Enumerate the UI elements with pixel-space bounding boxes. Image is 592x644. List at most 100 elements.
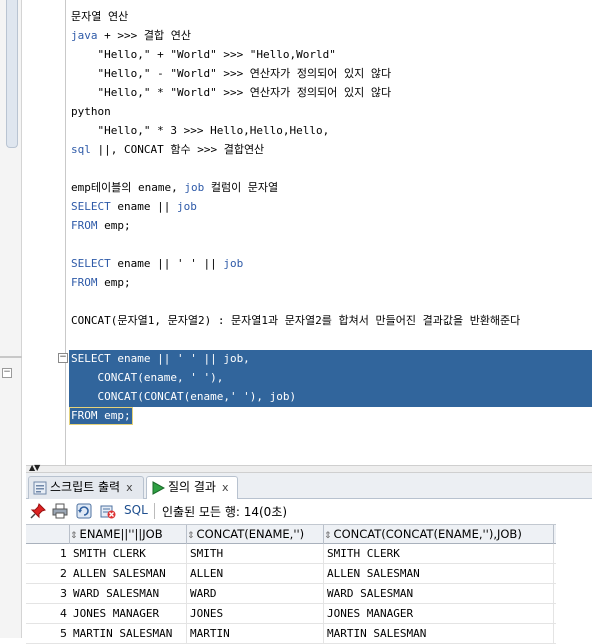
keyword-token: sql [71,143,91,156]
fold-toggle-icon[interactable]: − [58,353,68,363]
table-row[interactable]: 1 SMITH CLERK SMITH SMITH CLERK [26,544,556,564]
tab-query-result-label: 질의 결과 [168,480,216,494]
pin-icon[interactable] [30,503,46,519]
code-token: emp테이블의 ename, [71,181,185,194]
row-number: 3 [60,587,67,600]
table-cell[interactable]: ALLEN [187,564,324,584]
code-token: ename || [110,200,177,213]
code-token: "Hello," - "World" >>> 연산자가 정의되어 있지 않다 [71,67,392,80]
table-cell[interactable]: SMITH CLERK [324,544,554,564]
table-cell[interactable]: WARD SALESMAN [70,584,187,604]
code-token: emp; [97,219,131,232]
tab-script-output[interactable]: 스크립트 출력 x [28,476,144,499]
table-cell[interactable]: WARD SALESMAN [324,584,554,604]
code-line[interactable]: python [71,102,111,121]
keyword-token: SELECT [71,257,111,270]
table-cell[interactable]: JONES [187,604,324,624]
code-line[interactable]: java + >>> 결합 연산 [71,26,191,45]
tab-query-result[interactable]: 질의 결과 x [146,476,238,500]
code-line[interactable]: "Hello," - "World" >>> 연산자가 정의되어 있지 않다 [71,64,391,83]
code-line[interactable]: CONCAT(ename, ' '), [71,368,223,387]
collapse-icon[interactable]: − [2,368,12,378]
table-cell[interactable]: SMITH CLERK [70,544,187,564]
code-line[interactable]: emp테이블의 ename, job 컬럼이 문자열 [71,178,278,197]
table-row[interactable]: 4 JONES MANAGER JONES JONES MANAGER [26,604,556,624]
code-line[interactable]: FROM emp; [71,273,131,292]
table-cell[interactable]: SMITH [187,544,324,564]
keyword-token: job [176,200,197,213]
table-cell[interactable]: ALLEN SALESMAN [324,564,554,584]
left-panel-divider[interactable] [0,356,22,358]
result-toolbar: SQL 인출된 모든 행: 14(0초) [26,499,592,523]
result-grid[interactable]: ⇕ ENAME||''||JOB ⇕ CONCAT(ENAME,'') ⇕ CONCA… [26,524,592,644]
table-cell[interactable]: ALLEN SALESMAN [70,564,187,584]
code-line[interactable]: "Hello," * "World" >>> 연산자가 정의되어 있지 않다 [71,83,391,102]
left-panel-scrollbar[interactable] [6,0,18,148]
table-cell[interactable]: MARTIN SALESMAN [324,624,554,644]
code-line[interactable]: "Hello," * 3 >>> Hello,Hello,Hello, [71,121,329,140]
splitter-arrows-icon[interactable]: ▲▼ [29,463,40,472]
sort-icon[interactable]: ⇕ [324,531,332,541]
sql-worksheet-editor[interactable]: − 문자열 연산 java + >>> 결합 연산 "Hello," + "Wor… [26,0,592,465]
code-token: CONCAT(ename, ' '), [71,371,224,384]
code-token: 문자열 연산 [71,10,129,23]
sql-button[interactable]: SQL [124,503,148,517]
keyword-token: java [71,29,98,42]
print-icon[interactable] [52,503,68,519]
keyword-token: FROM [71,276,98,289]
keyword-token: FROM [71,219,98,232]
table-row[interactable]: 5 MARTIN SALESMAN MARTIN MARTIN SALESMAN [26,624,556,644]
table-cell[interactable]: JONES MANAGER [324,604,554,624]
table-row[interactable]: 2 ALLEN SALESMAN ALLEN ALLEN SALESMAN [26,564,556,584]
code-token: python [71,105,111,118]
code-token: SELECT ename || ' ' || job, [71,352,250,365]
refresh-icon[interactable] [76,503,92,519]
grid-corner [26,525,70,544]
code-line[interactable]: "Hello," + "World" >>> "Hello,World" [71,45,335,64]
code-line[interactable]: CONCAT(문자열1, 문자열2) : 문자열1과 문자열2를 합쳐서 만들어… [71,311,520,330]
code-line[interactable]: SELECT ename || ' ' || job [71,254,243,273]
tab-script-output-close-icon[interactable]: x [126,481,133,494]
code-line[interactable]: FROM emp; [71,406,131,425]
row-number: 1 [60,547,67,560]
code-line[interactable]: sql ||, CONCAT 함수 >>> 결합연산 [71,140,264,159]
sort-icon[interactable]: ⇕ [187,531,195,541]
delete-icon[interactable] [100,503,116,519]
row-number: 2 [60,567,67,580]
sort-icon[interactable]: ⇕ [70,531,78,541]
table-cell[interactable]: MARTIN SALESMAN [70,624,187,644]
grid-header: ⇕ ENAME||''||JOB ⇕ CONCAT(ENAME,'') ⇕ CONCA… [26,524,556,544]
code-token: FROM emp; [71,409,131,422]
code-line[interactable]: SELECT ename || ' ' || job, [71,349,250,368]
column-header-3-label: CONCAT(CONCAT(ENAME,''),JOB) [333,527,522,541]
panel-splitter[interactable]: ▲▼ [26,463,592,473]
code-token: CONCAT(문자열1, 문자열2) : 문자열1과 문자열2를 합쳐서 만들어… [71,314,521,327]
editor-gutter [65,0,66,465]
code-token: ename || ' ' || [110,257,224,270]
left-panel-strip: − [0,0,22,638]
column-header-3[interactable]: ⇕ CONCAT(CONCAT(ENAME,''),JOB) [324,525,554,544]
table-row[interactable]: 3 WARD SALESMAN WARD WARD SALESMAN [26,584,556,604]
run-query-icon [152,480,165,495]
tab-script-output-label: 스크립트 출력 [50,480,121,494]
keyword-token: job [223,257,244,270]
table-cell[interactable]: WARD [187,584,324,604]
code-token: "Hello," * "World" >>> 연산자가 정의되어 있지 않다 [71,86,392,99]
column-header-2[interactable]: ⇕ CONCAT(ENAME,'') [187,525,324,544]
code-token: 컬럼이 문자열 [204,181,279,194]
table-cell[interactable]: MARTIN [187,624,324,644]
row-number: 4 [60,607,67,620]
code-token: CONCAT(CONCAT(ename,' '), job) [71,390,297,403]
code-line[interactable]: FROM emp; [71,216,131,235]
output-tabbar: 스크립트 출력 x 질의 결과 x [26,473,592,500]
code-line[interactable]: SELECT ename || job [71,197,197,216]
code-token: ||, CONCAT 함수 >>> 결합연산 [90,143,265,156]
keyword-token: SELECT [71,200,111,213]
tab-query-result-close-icon[interactable]: x [222,481,229,494]
column-header-1[interactable]: ⇕ ENAME||''||JOB [70,525,187,544]
table-cell[interactable]: JONES MANAGER [70,604,187,624]
code-line[interactable]: CONCAT(CONCAT(ename,' '), job) [71,387,296,406]
script-output-icon [33,481,47,494]
toolbar-separator [154,503,155,519]
code-line[interactable]: 문자열 연산 [71,7,128,26]
